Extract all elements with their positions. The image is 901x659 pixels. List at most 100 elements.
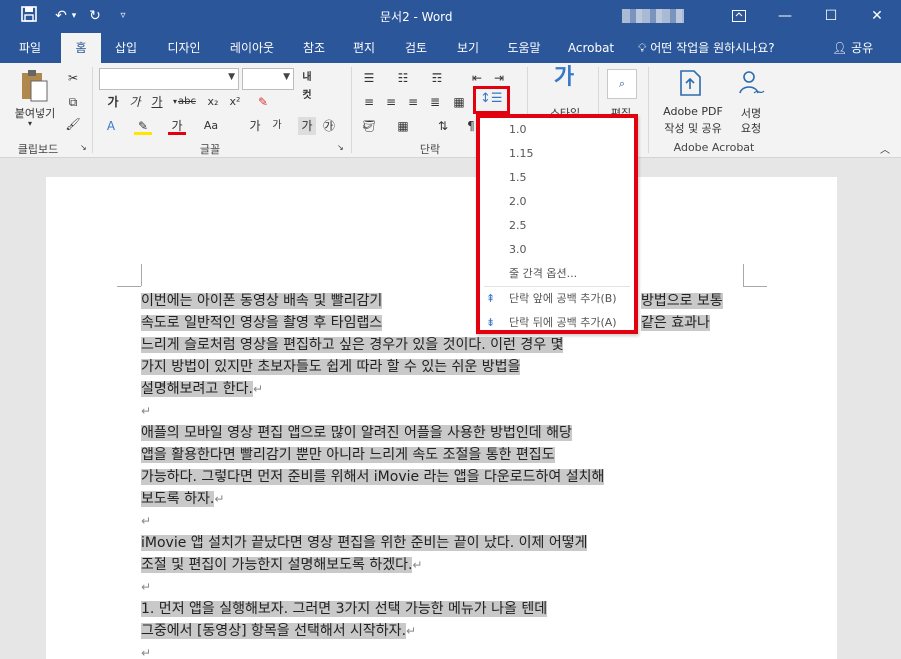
text-line: 애플의 모바일 영상 편집 앱으로 많이 알려진 어플을 사용한 방법인데 해당	[141, 425, 572, 441]
tab-help[interactable]: 도움말	[496, 33, 552, 63]
bold-button[interactable]: 가	[104, 93, 122, 111]
line-spacing-1-0[interactable]: 1.0	[480, 118, 634, 142]
superscript-button[interactable]: x²	[226, 93, 244, 111]
tab-insert[interactable]: 삽입	[104, 33, 148, 63]
crop-mark	[743, 286, 767, 287]
tab-acrobat[interactable]: Acrobat	[562, 33, 620, 63]
paragraph-mark: ↵	[141, 404, 152, 418]
increase-indent-icon[interactable]: ⇥	[490, 69, 508, 87]
chevron-down-icon[interactable]: ▼	[228, 72, 235, 82]
italic-button[interactable]: 가	[126, 93, 144, 111]
create-pdf-label-1[interactable]: Adobe PDF	[654, 105, 732, 118]
change-case-button[interactable]: Aa	[202, 117, 220, 135]
menu-item-label: 단락 뒤에 공백 추가(A)	[509, 316, 617, 329]
tab-references[interactable]: 참조	[292, 33, 336, 63]
menu-item-label: 1.15	[509, 147, 534, 160]
signature-label-2[interactable]: 요청	[732, 120, 770, 136]
font-color-icon[interactable]: 가	[168, 117, 186, 135]
crop-mark	[117, 286, 141, 287]
add-space-after[interactable]: ⇟ 단락 뒤에 공백 추가(A)	[480, 311, 634, 335]
account-avatar[interactable]	[622, 9, 684, 23]
bullets-icon[interactable]: ☰	[360, 69, 378, 87]
tab-mailings[interactable]: 편지	[342, 33, 386, 63]
tab-file[interactable]: 파일	[8, 33, 52, 63]
create-pdf-label-2[interactable]: 작성 및 공유	[654, 120, 732, 136]
font-launcher-icon[interactable]: ↘	[337, 143, 344, 152]
distribute-icon[interactable]: ▦	[450, 93, 468, 111]
line-spacing-2-0[interactable]: 2.0	[480, 190, 634, 214]
font-size-combo[interactable]: ▼	[242, 68, 294, 90]
close-icon[interactable]: ✕	[854, 0, 900, 33]
enclose-character-icon[interactable]: ㉮	[320, 117, 338, 135]
cut-icon[interactable]: ✂	[64, 69, 82, 87]
font-name-combo[interactable]: ▼	[99, 68, 239, 90]
menu-item-label: 1.0	[509, 123, 527, 136]
signature-icon[interactable]	[734, 69, 768, 99]
font-options-icon[interactable]: 내컷	[298, 69, 316, 101]
paragraph-1-right[interactable]: 방법으로 보통 같은 효과나	[641, 290, 723, 334]
line-spacing-2-5[interactable]: 2.5	[480, 214, 634, 238]
tab-home[interactable]: 홈	[61, 33, 101, 63]
decrease-indent-icon[interactable]: ⇤	[468, 69, 486, 87]
share-button[interactable]: 👤︎ 공유	[832, 33, 873, 63]
underline-button[interactable]: 가	[148, 93, 166, 111]
sort-icon[interactable]: ⇅	[434, 117, 452, 135]
grow-font-button[interactable]: 가	[246, 117, 264, 135]
format-painter-icon[interactable]: 🖌︎	[64, 115, 82, 133]
tab-design[interactable]: 디자인	[156, 33, 212, 63]
signature-label-1[interactable]: 서명	[732, 105, 770, 121]
tab-review[interactable]: 검토	[394, 33, 438, 63]
text-line: 앱을 활용한다면 빨리감기 뿐만 아니라 느리게 속도 조절을 통한 편집도	[141, 447, 555, 463]
justify-icon[interactable]: ≣	[426, 93, 444, 111]
paste-dropdown-icon[interactable]: ▾	[28, 119, 32, 128]
paste-label[interactable]: 붙여넣기	[8, 105, 62, 121]
clipboard-launcher-icon[interactable]: ↘	[80, 143, 87, 152]
align-center-icon[interactable]: ≡	[382, 93, 400, 111]
paragraph-3[interactable]: iMovie 앱 설치가 끝났다면 영상 편집을 위한 준비는 끝이 났다. 이…	[141, 532, 588, 598]
line-spacing-button[interactable]: ↕☰	[473, 86, 510, 114]
line-spacing-1-15[interactable]: 1.15	[480, 142, 634, 166]
copy-icon[interactable]: ⧉	[64, 93, 82, 111]
borders-icon[interactable]: ▦	[394, 117, 412, 135]
align-left-icon[interactable]: ≡	[360, 93, 378, 111]
create-pdf-icon[interactable]	[676, 69, 706, 99]
shading-icon[interactable]: 🪣︎	[360, 117, 378, 135]
customize-qat-icon[interactable]: ▿	[112, 6, 134, 26]
highlight-icon[interactable]: ✎	[134, 117, 152, 135]
redo-icon[interactable]: ↻	[84, 6, 106, 26]
collapse-ribbon-icon[interactable]: ︿	[880, 141, 890, 156]
acrobat-group-label: Adobe Acrobat	[673, 141, 755, 154]
line-spacing-1-5[interactable]: 1.5	[480, 166, 634, 190]
chevron-down-icon[interactable]: ▼	[283, 72, 290, 82]
maximize-icon[interactable]: ☐	[808, 0, 854, 33]
paragraph-2[interactable]: 애플의 모바일 영상 편집 앱으로 많이 알려진 어플을 사용한 방법인데 해당…	[141, 422, 605, 532]
line-spacing-options[interactable]: 줄 간격 옵션...	[480, 262, 634, 286]
ribbon-home: 붙여넣기 ▾ ✂ ⧉ 🖌︎ 클립보드 ↘ ▼ ▼ 내컷 가 가 가 ▾ abc …	[0, 63, 901, 158]
tab-view[interactable]: 보기	[446, 33, 490, 63]
styles-icon[interactable]: 가	[548, 67, 580, 99]
multilevel-list-icon[interactable]: ☶	[428, 69, 446, 87]
align-right-icon[interactable]: ≡	[404, 93, 422, 111]
character-shading-icon[interactable]: 가	[298, 117, 316, 135]
subscript-button[interactable]: x₂	[204, 93, 222, 111]
tab-layout[interactable]: 레이아웃	[222, 33, 282, 63]
strikethrough-button[interactable]: abc	[178, 93, 196, 111]
paragraph-mark: ↵	[412, 558, 423, 572]
minimize-icon[interactable]: —	[762, 0, 808, 33]
paragraph-group-label: 단락	[419, 143, 441, 156]
add-space-before[interactable]: ⇞ 단락 앞에 공백 추가(B)	[480, 287, 634, 311]
numbering-icon[interactable]: ☷	[394, 69, 412, 87]
ribbon-tabs: 파일 홈 삽입 디자인 레이아웃 참조 편지 검토 보기 도움말 Acrobat…	[0, 33, 901, 63]
shrink-font-button[interactable]: 가	[268, 117, 286, 135]
tell-me-box[interactable]: 💡︎ 어떤 작업을 원하시나요?	[638, 33, 775, 63]
ribbon-display-icon[interactable]	[716, 0, 762, 33]
search-icon[interactable]: ⌕	[607, 69, 637, 99]
line-spacing-3-0[interactable]: 3.0	[480, 238, 634, 262]
save-icon[interactable]	[18, 6, 40, 26]
paragraph-4[interactable]: 1. 먼저 앱을 실행해보자. 그러면 3가지 선택 가능한 메뉴가 나올 텐데…	[141, 598, 548, 659]
undo-dropdown-icon[interactable]: ▾	[68, 6, 80, 26]
clear-formatting-icon[interactable]: ✎	[254, 93, 272, 111]
text-effects-icon[interactable]: A	[102, 117, 120, 135]
menu-item-label: 3.0	[509, 243, 527, 256]
paste-icon[interactable]	[16, 69, 52, 103]
